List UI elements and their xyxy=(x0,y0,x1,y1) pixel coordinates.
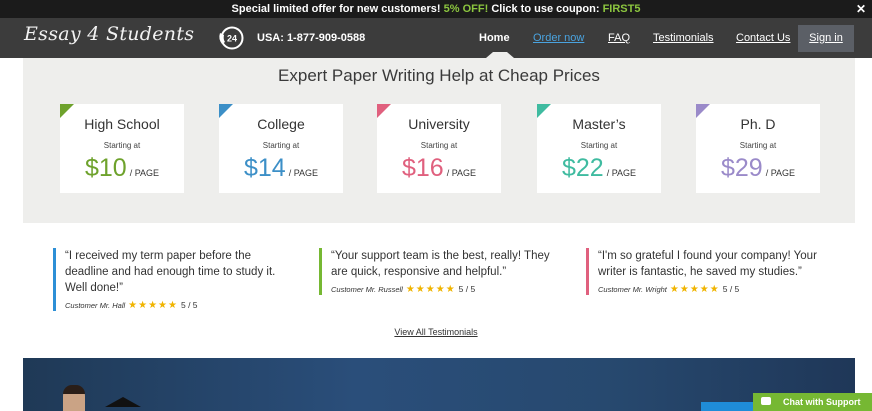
testimonial-score: 5 / 5 xyxy=(180,300,198,310)
testimonials-section: “I received my term paper before the dea… xyxy=(0,240,872,320)
card-price: $16 xyxy=(401,154,444,182)
card-starting-label: Starting at xyxy=(739,141,777,150)
promo-bar[interactable]: Special limited offer for new customers!… xyxy=(0,0,872,18)
logo[interactable]: Essay 4 Students xyxy=(24,23,194,45)
chat-with-support-button[interactable]: Chat with Support xyxy=(753,393,872,411)
promo-discount: 5% OFF! xyxy=(443,3,489,15)
rating-stars-icon: ★★★★★ xyxy=(669,284,720,295)
nav-testimonials-link[interactable]: Testimonials xyxy=(653,32,714,44)
testimonial-quote: “I received my term paper before the dea… xyxy=(65,250,276,294)
nav-contact-link[interactable]: Contact Us xyxy=(736,32,790,44)
pricing-title: Expert Paper Writing Help at Cheap Price… xyxy=(278,66,600,85)
sign-in-button[interactable]: Sign in xyxy=(798,25,854,52)
price-card-phd[interactable]: Ph. D Starting at $29/ PAGE xyxy=(696,104,820,193)
card-price: $22 xyxy=(561,154,604,182)
testimonial-author: Customer Mr. Hall xyxy=(65,301,126,310)
card-level: University xyxy=(408,116,470,132)
price-card-masters[interactable]: Master’s Starting at $22/ PAGE xyxy=(537,104,661,193)
promo-banner xyxy=(23,358,855,411)
price-card-university[interactable]: University Starting at $16/ PAGE xyxy=(377,104,501,193)
nav-faq-link[interactable]: FAQ xyxy=(608,32,630,44)
testimonial-3: “I'm so grateful I found your company! Y… xyxy=(586,248,826,295)
card-level: Ph. D xyxy=(740,116,776,132)
card-level: College xyxy=(257,116,305,132)
pricing-section: Expert Paper Writing Help at Cheap Price… xyxy=(23,58,855,223)
nav-order-now-link[interactable]: Order now xyxy=(533,32,584,44)
promo-text: Special limited offer for new customers! xyxy=(231,3,444,15)
card-unit: / PAGE xyxy=(765,168,796,178)
promo-coupon: FIRST5 xyxy=(602,3,641,15)
card-starting-label: Starting at xyxy=(262,141,300,150)
testimonial-score: 5 / 5 xyxy=(458,284,476,294)
card-price: $14 xyxy=(243,154,286,182)
promo-text-2: Click to use coupon: xyxy=(488,3,603,15)
card-starting-label: Starting at xyxy=(420,141,458,150)
rating-stars-icon: ★★★★★ xyxy=(405,284,456,295)
card-unit: / PAGE xyxy=(606,168,637,178)
card-price: $10 xyxy=(84,154,127,182)
nav-faq[interactable]: FAQ xyxy=(608,18,630,58)
graduation-cap-icon xyxy=(105,397,141,407)
site-header: Essay 4 Students 24 USA: 1-877-909-0588 … xyxy=(0,18,872,58)
nav-home-label: Home xyxy=(479,32,510,44)
phone-badge-text: 24 xyxy=(227,34,237,44)
testimonial-score: 5 / 5 xyxy=(722,284,740,294)
card-unit: / PAGE xyxy=(446,168,477,178)
nav-testimonials[interactable]: Testimonials xyxy=(653,18,714,58)
card-starting-label: Starting at xyxy=(580,141,618,150)
phone-24-icon: 24 xyxy=(219,26,244,50)
chat-label: Chat with Support xyxy=(783,397,861,407)
card-level: Master’s xyxy=(572,116,626,132)
price-card-high-school[interactable]: High School Starting at $10/ PAGE xyxy=(60,104,184,193)
price-card-college[interactable]: College Starting at $14/ PAGE xyxy=(219,104,343,193)
testimonial-author: Customer Mr. Wright xyxy=(598,285,667,294)
student-photo xyxy=(63,385,85,411)
view-all-testimonials: View All Testimonials xyxy=(0,327,872,337)
card-starting-label: Starting at xyxy=(103,141,141,150)
nav-contact[interactable]: Contact Us xyxy=(736,18,790,58)
chat-bubble-icon xyxy=(761,397,771,405)
close-icon[interactable]: ✕ xyxy=(854,0,868,18)
card-unit: / PAGE xyxy=(129,168,160,178)
phone-number[interactable]: USA: 1-877-909-0588 xyxy=(257,32,365,44)
testimonial-1: “I received my term paper before the dea… xyxy=(53,248,293,311)
card-level: High School xyxy=(84,116,160,132)
view-all-testimonials-link[interactable]: View All Testimonials xyxy=(394,327,477,337)
card-unit: / PAGE xyxy=(288,168,319,178)
testimonial-quote: “Your support team is the best, really! … xyxy=(331,250,550,278)
nav-home[interactable]: Home xyxy=(479,18,514,58)
card-price: $29 xyxy=(720,154,763,182)
nav-order-now[interactable]: Order now xyxy=(533,18,584,58)
testimonial-quote: “I'm so grateful I found your company! Y… xyxy=(598,250,817,278)
testimonial-author: Customer Mr. Russell xyxy=(331,285,403,294)
testimonial-2: “Your support team is the best, really! … xyxy=(319,248,559,295)
rating-stars-icon: ★★★★★ xyxy=(128,300,178,311)
